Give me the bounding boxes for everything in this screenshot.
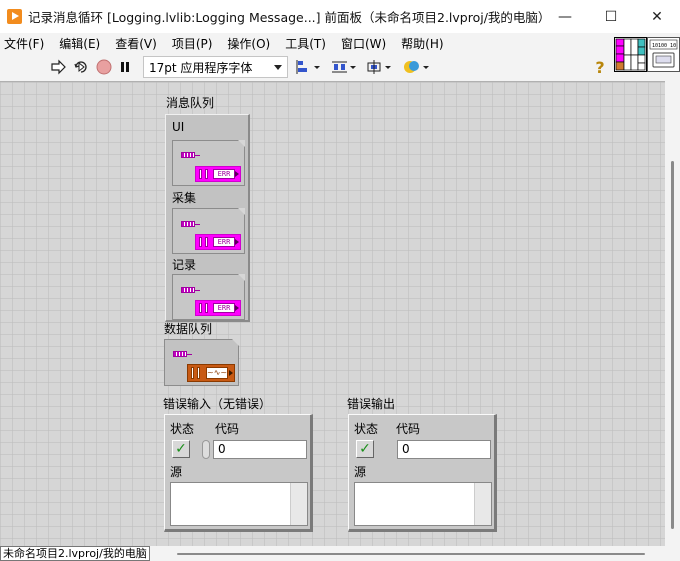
menu-operate[interactable]: 操作(O) <box>227 35 270 52</box>
maximize-button[interactable]: ☐ <box>588 0 634 33</box>
error-in-cluster: 状态 代码 ✓ 0 源 <box>164 414 313 532</box>
queue-arrow-icon <box>235 305 239 311</box>
vertical-scrollbar[interactable] <box>665 81 680 546</box>
labview-app-icon <box>7 9 22 24</box>
menu-view[interactable]: 查看(V) <box>115 35 157 52</box>
distribute-objects-icon[interactable] <box>330 57 358 77</box>
queue-arrow-icon <box>229 370 233 376</box>
error-out-source-label: 源 <box>354 465 367 479</box>
queue-segment <box>191 367 194 379</box>
queue-type-text: ERR <box>213 169 235 179</box>
error-in-source-field[interactable] <box>170 482 308 526</box>
error-out-source-field <box>354 482 492 526</box>
error-in-code-field[interactable]: 0 <box>213 440 307 459</box>
queue-wire <box>194 155 200 156</box>
error-out-cluster: 状态 代码 ✓ 0 源 <box>348 414 497 532</box>
abort-icon[interactable] <box>95 58 113 76</box>
queue-segment <box>199 237 202 247</box>
run-arrow-icon[interactable] <box>49 57 67 77</box>
menu-edit[interactable]: 编辑(E) <box>59 35 100 52</box>
queue-ui-refnum[interactable]: ERR <box>172 140 245 186</box>
error-out-status-indicator: ✓ <box>356 440 374 458</box>
error-in-label: 错误输入（无错误） <box>163 397 272 411</box>
waveform-glyph: ~∿~ <box>206 367 228 379</box>
queue-type-box: ERR <box>195 234 241 250</box>
error-in-source-label: 源 <box>170 465 183 479</box>
menu-bar: 文件(F) 编辑(E) 查看(V) 项目(P) 操作(O) 工具(T) 窗口(W… <box>0 33 614 53</box>
front-panel: 消息队列 UI ERR 采集 ERR 记录 ERR 数据队列 ~∿~ 错误输入（… <box>0 81 665 546</box>
error-out-source-scrollbar[interactable] <box>474 483 491 525</box>
run-continuously-icon[interactable] <box>71 57 91 77</box>
queue-wire <box>186 354 192 355</box>
error-in-code-spinner[interactable] <box>202 440 210 459</box>
menu-project[interactable]: 项目(P) <box>172 35 213 52</box>
pause-icon[interactable] <box>117 58 133 76</box>
reorder-icon[interactable] <box>402 57 432 77</box>
menu-window[interactable]: 窗口(W) <box>341 35 386 52</box>
error-out-code-label: 代码 <box>396 422 421 436</box>
queue-ui-label: UI <box>172 120 185 134</box>
queue-log-label: 记录 <box>172 258 197 272</box>
error-in-code-label: 代码 <box>215 422 240 436</box>
close-button[interactable]: ✕ <box>634 0 680 33</box>
chevron-down-icon <box>274 65 282 70</box>
queue-icon <box>181 287 195 293</box>
queue-segment <box>199 303 202 313</box>
queue-icon <box>181 152 195 158</box>
queue-log-refnum[interactable]: ERR <box>172 274 245 320</box>
status-bar: 未命名项目2.lvproj/我的电脑 <box>0 546 680 561</box>
error-in-status-checkbox[interactable]: ✓ <box>172 440 190 458</box>
window-title: 记录消息循环 [Logging.lvlib:Logging Message...… <box>28 10 551 25</box>
project-path[interactable]: 未命名项目2.lvproj/我的电脑 <box>0 546 150 561</box>
error-out-label: 错误输出 <box>347 397 396 411</box>
queue-acquire-refnum[interactable]: ERR <box>172 208 245 254</box>
title-bar: 记录消息循环 [Logging.lvlib:Logging Message...… <box>0 0 680 33</box>
queue-wire <box>194 224 200 225</box>
data-queue-label: 数据队列 <box>164 322 213 336</box>
error-in-status-label: 状态 <box>170 422 195 436</box>
window-controls: — ☐ ✕ <box>542 0 680 33</box>
minimize-button[interactable]: — <box>542 0 588 33</box>
queue-type-box: ERR <box>195 166 241 182</box>
vertical-scrollbar-thumb[interactable] <box>671 161 674 529</box>
queue-segment <box>199 169 202 179</box>
queue-segment <box>205 237 208 247</box>
resize-objects-icon[interactable] <box>365 57 393 77</box>
font-selector[interactable]: 17pt 应用程序字体 <box>143 56 288 78</box>
svg-text:10100 10: 10100 10 <box>652 43 676 49</box>
error-in-source-scrollbar[interactable] <box>290 483 307 525</box>
error-out-code-field: 0 <box>397 440 491 459</box>
error-out-status-label: 状态 <box>354 422 379 436</box>
queue-arrow-icon <box>235 171 239 177</box>
menu-file[interactable]: 文件(F) <box>4 35 44 52</box>
queue-segment <box>205 169 208 179</box>
connector-pane-icon[interactable] <box>614 37 647 72</box>
vi-icon[interactable]: 10100 10 <box>647 37 680 72</box>
menu-tools[interactable]: 工具(T) <box>285 35 326 52</box>
queue-wire <box>194 290 200 291</box>
queue-type-text: ERR <box>213 237 235 247</box>
queue-segment <box>205 303 208 313</box>
menu-help[interactable]: 帮助(H) <box>401 35 443 52</box>
queue-type-box: ERR <box>195 300 241 316</box>
context-help-icon[interactable]: ? <box>591 56 609 78</box>
font-selector-value: 17pt 应用程序字体 <box>149 60 253 75</box>
queue-type-text: ERR <box>213 303 235 313</box>
queue-segment <box>197 367 200 379</box>
queue-icon <box>181 221 195 227</box>
message-queue-label: 消息队列 <box>166 96 215 110</box>
queue-arrow-icon <box>235 239 239 245</box>
data-queue-type-box: ~∿~ <box>187 364 235 382</box>
data-queue-refnum[interactable]: ~∿~ <box>164 339 239 386</box>
message-queue-cluster: UI ERR 采集 ERR 记录 ERR <box>165 114 250 322</box>
horizontal-scrollbar[interactable] <box>177 553 645 555</box>
queue-icon <box>173 351 187 357</box>
align-objects-icon[interactable] <box>295 57 323 77</box>
toolbar: 17pt 应用程序字体 ? <box>0 53 614 81</box>
queue-acquire-label: 采集 <box>172 191 197 205</box>
